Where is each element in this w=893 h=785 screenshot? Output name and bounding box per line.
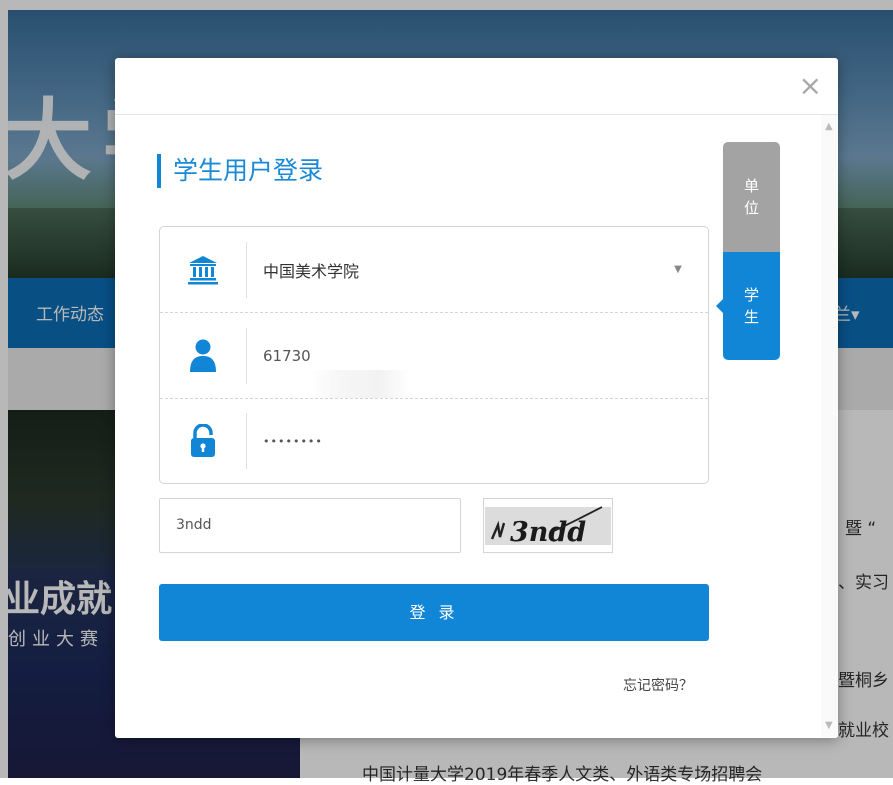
- login-form: 中国美术学院 ▼ 61730 ••••••••: [159, 226, 709, 484]
- chevron-down-icon[interactable]: ▼: [648, 264, 708, 275]
- username-field[interactable]: 61730: [160, 313, 708, 399]
- modal-header: ×: [115, 58, 838, 115]
- tab-student-label: 学 生: [743, 286, 759, 326]
- password-value: ••••••••: [263, 434, 323, 448]
- user-icon: [160, 313, 246, 398]
- modal-scrollbar[interactable]: ▲ ▼: [821, 115, 838, 737]
- login-button[interactable]: 登 录: [159, 584, 709, 641]
- institution-icon: [160, 227, 246, 312]
- lock-icon: [160, 399, 246, 483]
- captcha-input[interactable]: 3ndd: [159, 498, 461, 553]
- captcha-image[interactable]: 3ndd: [483, 498, 613, 553]
- password-field[interactable]: ••••••••: [160, 399, 708, 483]
- redaction-blur: [310, 370, 410, 398]
- close-icon[interactable]: ×: [799, 72, 822, 100]
- page-title: 学生用户登录: [157, 154, 323, 188]
- school-select-value: 中国美术学院: [263, 261, 360, 281]
- tab-unit-label: 单 位: [743, 177, 759, 217]
- scroll-up-icon[interactable]: ▲: [825, 121, 833, 132]
- scroll-down-icon[interactable]: ▼: [825, 720, 833, 731]
- login-modal: × ▲ ▼ 学生用户登录 单 位 学 生 中国美术学院 ▼ 61730 ••••…: [115, 58, 838, 738]
- forgot-password-link[interactable]: 忘记密码？: [623, 675, 693, 695]
- tab-unit[interactable]: 单 位: [723, 142, 780, 252]
- school-select[interactable]: 中国美术学院 ▼: [160, 227, 708, 313]
- username-value: 61730: [263, 346, 311, 365]
- tab-student[interactable]: 学 生: [716, 252, 780, 360]
